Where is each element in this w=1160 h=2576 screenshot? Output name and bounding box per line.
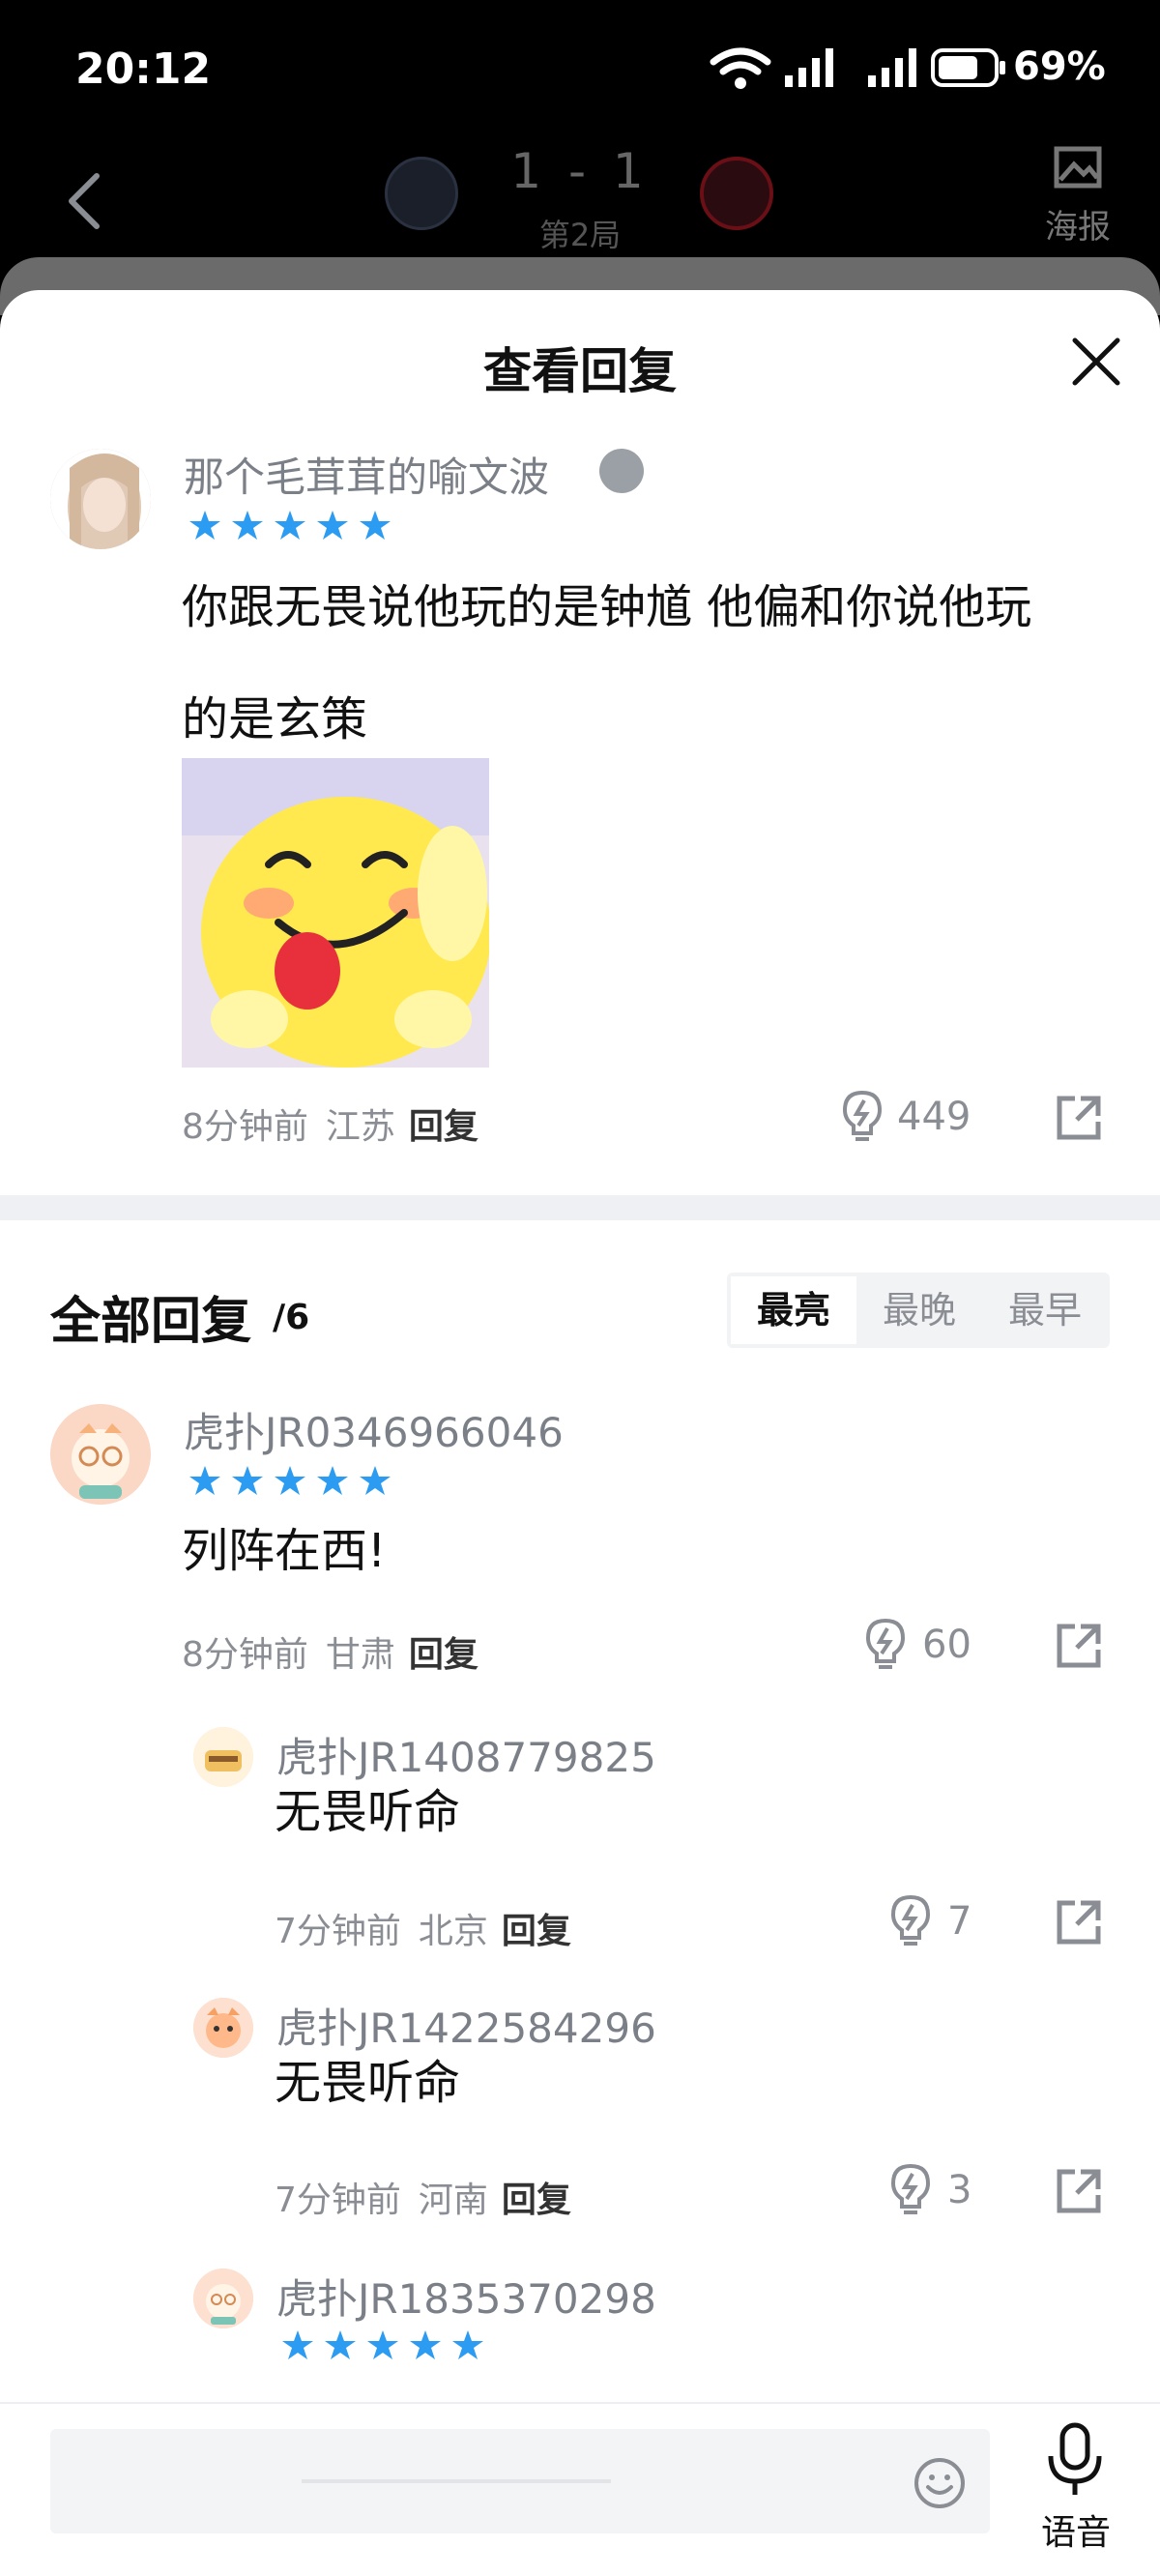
back-button[interactable] [58,162,116,240]
share-icon[interactable] [1054,1621,1104,1671]
user-badge-icon [599,449,644,493]
avatar[interactable] [193,1998,253,2058]
like-count: 60 [922,1623,972,1667]
cartoon-avatar-icon [193,1998,253,2058]
like-button[interactable]: 7 [887,1893,1003,1951]
like-count: 7 [947,1899,972,1944]
comment-input-bar: 语音 [0,2402,1160,2576]
comment-text-line1: 你跟无畏说他玩的是钟馗 他偏和你说他玩 [182,580,1032,634]
comment-input[interactable] [50,2429,990,2533]
battery-icon [931,48,1005,87]
rating-stars [189,511,391,540]
section-divider [0,1195,1160,1220]
avatar[interactable] [50,1404,151,1505]
voice-label: 语音 [1040,2513,1111,2553]
match-header: 1 - 1 第2局 海报 [0,135,1160,261]
avatar[interactable] [193,1727,253,1787]
like-button[interactable]: 449 [839,1089,1013,1147]
wifi-icon [710,47,771,89]
status-bar: 20:12 69% [0,0,1160,135]
lightbulb-icon [890,2163,931,2214]
reply-location: 甘肃 [325,1635,395,1675]
reply-time: 7分钟前 [275,2181,401,2220]
like-count: 449 [897,1095,972,1139]
comment-text: 你跟无畏说他玩的是钟馗 他偏和你说他玩 的是玄策 [182,551,1129,776]
input-placeholder-line [302,2479,611,2483]
reply-author[interactable]: 虎扑JR1835370298 [276,2267,656,2326]
team-right-logo [700,157,773,230]
share-icon[interactable] [1054,1093,1104,1143]
close-button[interactable] [1067,333,1125,391]
reply-time: 8分钟前 [182,1635,308,1675]
comment-author[interactable]: 那个毛茸茸的喻文波 [184,445,549,504]
lightbulb-icon [865,1618,906,1669]
share-icon[interactable] [1054,1897,1104,1947]
cartoon-avatar-icon [193,1727,253,1787]
voice-button[interactable] [1036,2421,1114,2503]
reply-button[interactable]: 回复 [409,1107,478,1147]
rating-stars [282,2330,483,2359]
battery-percent: 69% [1013,44,1106,89]
comment-location: 江苏 [325,1107,395,1147]
like-button[interactable]: 3 [887,2162,1003,2220]
sheet-title: 查看回复 [483,343,677,399]
reply-meta: 7分钟前 河南 回复 [275,2172,571,2222]
sticker-image[interactable] [182,758,489,1068]
avatar[interactable] [50,449,151,549]
reply-location: 河南 [418,2181,488,2220]
status-time: 20:12 [75,44,212,94]
reply-button[interactable]: 回复 [502,2181,571,2220]
replies-sheet: 查看回复 那个毛茸茸的喻文波 你跟无畏说他玩的是钟馗 他偏和你说他玩 的是玄策 [0,290,1160,2576]
comment-meta: 8分钟前 江苏 回复 [182,1098,478,1149]
reply-author[interactable]: 虎扑JR0346966046 [184,1400,564,1459]
cartoon-avatar-icon [50,1404,151,1505]
sort-tab-latest[interactable]: 最晚 [856,1273,982,1348]
reply-meta: 8分钟前 甘肃 回复 [182,1626,478,1677]
match-round: 第2局 [538,217,622,253]
reply-text: 无畏听命 [275,1785,461,1839]
cartoon-avatar-icon [193,2269,253,2328]
team-left-logo [385,157,458,230]
image-icon [1054,146,1102,189]
share-icon[interactable] [1054,2166,1104,2216]
sort-tab-brightest[interactable]: 最亮 [731,1276,856,1344]
like-count: 3 [947,2168,972,2212]
reply-meta: 7分钟前 北京 回复 [275,1903,571,1953]
reply-text: 无畏听命 [275,2056,461,2110]
signal-icon-2 [868,48,916,87]
poster-label: 海报 [1045,208,1111,247]
microphone-icon [1048,2422,1102,2495]
user-avatar-icon [50,449,151,549]
poster-button[interactable]: 海报 [1034,141,1121,248]
match-score: 1 - 1 [510,143,650,199]
reply-location: 北京 [418,1912,488,1951]
sort-tabs: 最亮 最晚 最早 [727,1273,1110,1348]
lightbulb-icon [842,1090,883,1141]
rating-stars [189,1466,391,1495]
reply-text: 列阵在西! [182,1524,387,1578]
sort-tab-earliest[interactable]: 最早 [982,1273,1108,1348]
signal-icon [785,48,833,87]
replies-section-title: 全部回复 [50,1293,252,1351]
replies-count: /6 [273,1298,310,1337]
comment-time: 8分钟前 [182,1107,308,1147]
like-button[interactable]: 60 [862,1617,1017,1675]
lightbulb-icon [890,1894,931,1946]
reply-time: 7分钟前 [275,1912,401,1951]
reply-button[interactable]: 回复 [502,1912,571,1951]
reply-button[interactable]: 回复 [409,1635,478,1675]
emoji-icon[interactable] [913,2456,967,2510]
avatar[interactable] [193,2269,253,2328]
